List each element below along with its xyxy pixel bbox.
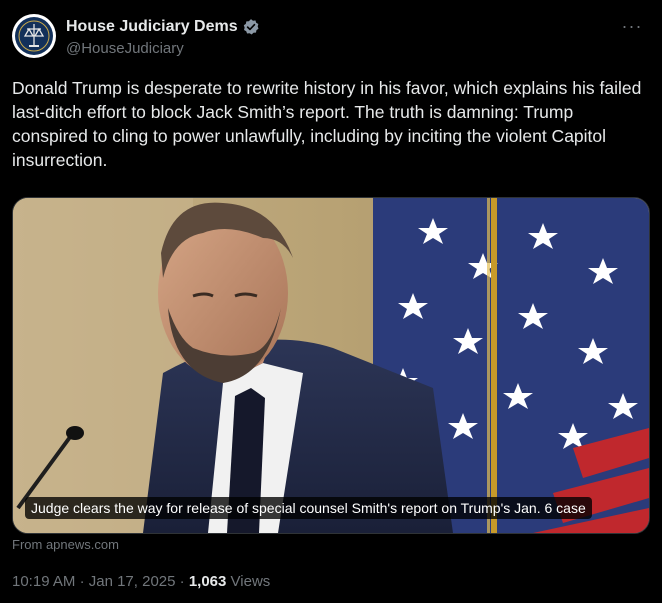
more-options-icon[interactable]: ··· (620, 16, 644, 36)
link-source[interactable]: From apnews.com (12, 537, 119, 552)
author-display-name[interactable]: House Judiciary Dems (66, 17, 238, 37)
tweet-meta: 10:19 AM · Jan 17, 2025 · 1,063 Views (12, 573, 270, 590)
house-seal-icon (13, 15, 55, 57)
author-handle[interactable]: @HouseJudiciary (66, 38, 260, 60)
views-count: 1,063 (188, 573, 227, 590)
link-card-caption: Judge clears the way for release of spec… (25, 497, 592, 519)
avatar[interactable] (12, 14, 56, 58)
link-card-image[interactable]: Judge clears the way for release of spec… (12, 197, 650, 534)
tweet-header: House Judiciary Dems @HouseJudiciary ··· (12, 14, 652, 62)
tweet-time[interactable]: 10:19 AM (12, 573, 75, 590)
tweet-text: Donald Trump is desperate to rewrite his… (12, 78, 647, 170)
tweet-date[interactable]: Jan 17, 2025 (89, 573, 176, 590)
meta-separator: · (79, 573, 85, 590)
views-label: Views (230, 573, 271, 590)
news-photo-image (13, 198, 649, 533)
meta-separator: · (179, 573, 185, 590)
verified-badge-icon[interactable] (242, 18, 260, 36)
